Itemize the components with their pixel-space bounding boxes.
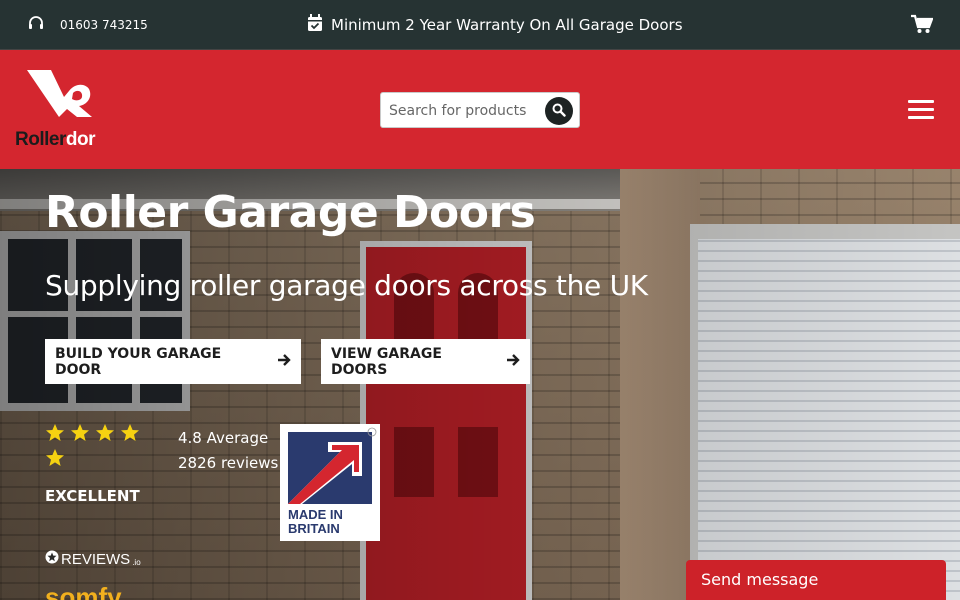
menu-icon[interactable] — [908, 100, 934, 120]
star-icon — [70, 423, 90, 448]
star-icon — [45, 423, 65, 448]
review-count[interactable]: 2826 reviews — [178, 451, 278, 476]
logo-wordmark: Rollerdor — [15, 129, 95, 151]
phone-number[interactable]: 01603 743215 — [60, 18, 148, 32]
logo-word-roller: Roller — [15, 129, 66, 150]
star-rating — [45, 423, 155, 473]
view-garage-doors-button[interactable]: VIEW GARAGE DOORS — [321, 339, 530, 384]
top-bar: 01603 743215 Minimum 2 Year Warranty On … — [0, 0, 960, 50]
star-icon — [120, 423, 140, 448]
build-garage-door-label: BUILD YOUR GARAGE DOOR — [55, 345, 222, 378]
logo-word-dor: dor — [65, 129, 96, 150]
search-box — [380, 92, 580, 128]
reviews-io-logo[interactable]: REVIEWS .io — [45, 550, 141, 568]
star-circle-icon — [45, 550, 59, 568]
rating-word: EXCELLENT — [45, 487, 140, 505]
phone-contact[interactable]: 01603 743215 — [28, 16, 148, 33]
arrow-right-icon — [277, 353, 291, 371]
hero-title: Roller Garage Doors — [45, 187, 536, 238]
star-icon — [95, 423, 115, 448]
search-input[interactable] — [389, 101, 539, 121]
star-icon — [45, 448, 65, 473]
badge-line-2: BRITAIN — [288, 521, 340, 536]
search-button[interactable] — [545, 97, 573, 125]
somfy-logo: somfy — [45, 582, 122, 600]
site-header: Rollerdor — [0, 50, 960, 169]
hero-subtitle: Supplying roller garage doors across the… — [45, 269, 648, 302]
arrow-right-icon — [506, 353, 520, 371]
build-garage-door-button[interactable]: BUILD YOUR GARAGE DOOR — [45, 339, 301, 384]
made-in-britain-badge: MADE IN BRITAIN — [280, 424, 380, 541]
calendar-check-icon — [307, 14, 323, 36]
cart-icon[interactable] — [911, 14, 934, 38]
rating-average: 4.8 Average — [178, 429, 269, 447]
reviews-brand: REVIEWS — [61, 550, 131, 568]
warranty-banner: Minimum 2 Year Warranty On All Garage Do… — [307, 14, 683, 36]
view-garage-doors-label: VIEW GARAGE DOORS — [331, 345, 442, 378]
headset-icon — [28, 16, 44, 33]
search-icon — [552, 102, 566, 121]
hero-banner: Roller Garage Doors Supplying roller gar… — [0, 169, 960, 600]
send-message-button[interactable]: Send message — [686, 560, 946, 600]
reviews-brand-suffix: .io — [132, 557, 141, 567]
rating-summary: 4.8 Average 2826 reviews — [178, 426, 278, 476]
warranty-text: Minimum 2 Year Warranty On All Garage Do… — [331, 16, 683, 34]
badge-line-1: MADE IN — [288, 507, 343, 522]
